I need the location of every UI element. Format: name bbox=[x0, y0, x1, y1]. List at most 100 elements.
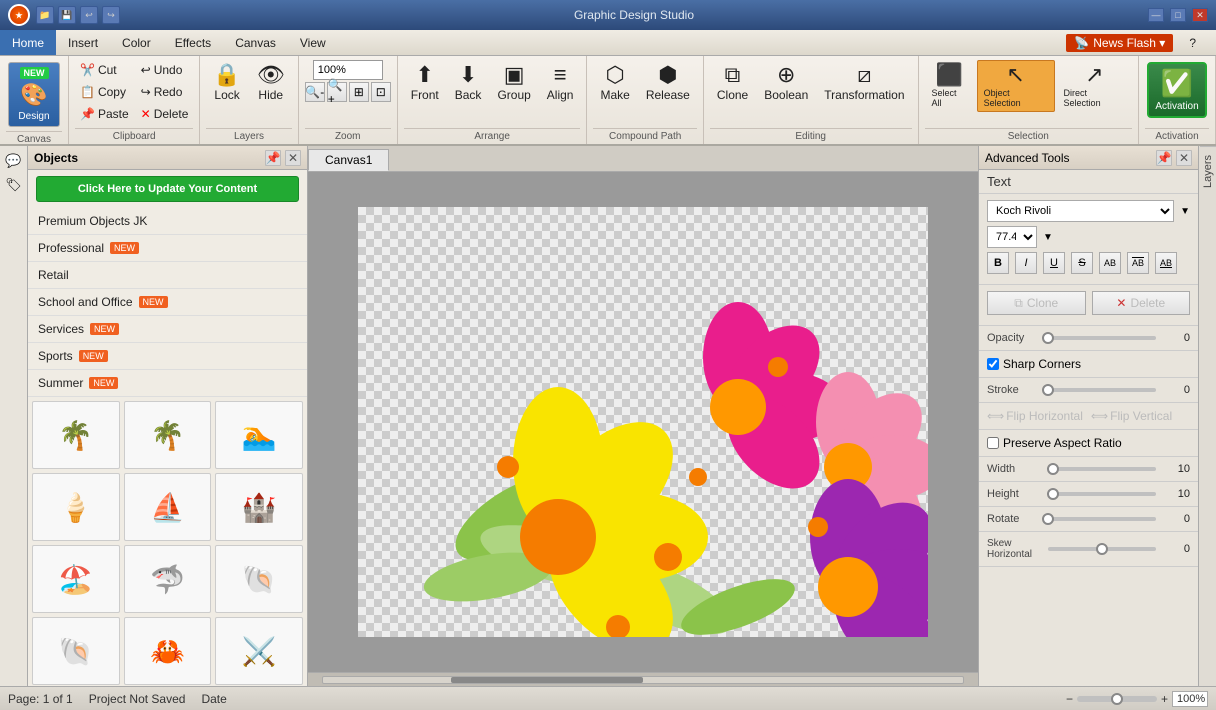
group-button[interactable]: ▣ Group bbox=[490, 60, 537, 106]
back-button[interactable]: ⬇ Back bbox=[448, 60, 489, 106]
zoom-fit-btn[interactable]: ⊞ bbox=[349, 82, 369, 102]
boolean-button[interactable]: ⊕ Boolean bbox=[757, 60, 815, 106]
object-selection-button[interactable]: ↖ Object Selection bbox=[977, 60, 1055, 112]
zoom-reset-btn[interactable]: ⊡ bbox=[371, 82, 391, 102]
category-retail[interactable]: Retail bbox=[28, 262, 307, 289]
canvas-tab-1[interactable]: Canvas1 bbox=[308, 149, 389, 171]
redo-button[interactable]: ↪ Redo bbox=[136, 82, 194, 102]
lock-button[interactable]: 🔒 Lock bbox=[206, 60, 247, 106]
tool-comment[interactable]: 💬 bbox=[3, 150, 25, 172]
menu-item-home[interactable]: Home bbox=[0, 30, 56, 55]
rotate-slider[interactable] bbox=[1048, 517, 1156, 521]
status-zoom-minus[interactable]: − bbox=[1066, 692, 1073, 706]
thumb-sword[interactable]: ⚔️ bbox=[215, 617, 303, 685]
stroke-slider[interactable] bbox=[1048, 388, 1156, 392]
canvas-scrollbar-horizontal[interactable] bbox=[308, 672, 978, 686]
minimize-button[interactable]: — bbox=[1148, 8, 1164, 22]
category-professional-label: Professional bbox=[38, 241, 104, 255]
menu-item-color[interactable]: Color bbox=[110, 30, 163, 55]
flip-h-btn[interactable]: ⟺ Flip Horizontal bbox=[987, 409, 1083, 423]
width-slider[interactable] bbox=[1048, 467, 1156, 471]
thumb-island[interactable]: 🌴 bbox=[32, 401, 120, 469]
tool-tag[interactable]: 🏷 bbox=[3, 174, 25, 196]
update-content-button[interactable]: Click Here to Update Your Content bbox=[36, 176, 299, 202]
hide-button[interactable]: 👁 Hide bbox=[250, 60, 292, 106]
zoom-input[interactable] bbox=[313, 60, 383, 80]
category-sports[interactable]: Sports NEW bbox=[28, 343, 307, 370]
category-summer[interactable]: Summer NEW bbox=[28, 370, 307, 397]
style-ab3-btn[interactable]: AB bbox=[1155, 252, 1177, 274]
help-btn[interactable]: ? bbox=[1177, 32, 1208, 54]
category-professional[interactable]: Professional NEW bbox=[28, 235, 307, 262]
strikethrough-btn[interactable]: S bbox=[1071, 252, 1093, 274]
paste-button[interactable]: 📌 Paste bbox=[75, 104, 134, 124]
clone-ribbon-button[interactable]: ⧉ Clone bbox=[710, 60, 755, 106]
flip-v-btn[interactable]: ⟺ Flip Vertical bbox=[1091, 409, 1172, 423]
front-button[interactable]: ⬆ Front bbox=[404, 60, 446, 106]
thumb-shell[interactable]: 🐚 bbox=[215, 545, 303, 613]
cut-button[interactable]: ✂️ Cut bbox=[75, 60, 134, 80]
maximize-button[interactable]: □ bbox=[1170, 8, 1186, 22]
news-flash-btn[interactable]: 📡 News Flash ▾ bbox=[1066, 34, 1173, 52]
undo-button[interactable]: ↩ Undo bbox=[136, 60, 194, 80]
adv-pin-btn[interactable]: 📌 bbox=[1156, 150, 1172, 166]
activation-button[interactable]: ✅ Activation bbox=[1147, 62, 1207, 118]
underline-btn[interactable]: U bbox=[1043, 252, 1065, 274]
skew-h-value: 0 bbox=[1162, 543, 1190, 555]
thumb-icecream[interactable]: 🍦 bbox=[32, 473, 120, 541]
zoom-slider[interactable] bbox=[1077, 696, 1157, 702]
category-school[interactable]: School and Office NEW bbox=[28, 289, 307, 316]
thumb-shark[interactable]: 🦈 bbox=[124, 545, 212, 613]
direct-selection-button[interactable]: ↗ Direct Selection bbox=[1057, 60, 1132, 112]
layers-tab[interactable]: Layers bbox=[1200, 146, 1216, 196]
thumb-sandcastle2[interactable]: 🏖️ bbox=[32, 545, 120, 613]
close-button[interactable]: ✕ bbox=[1192, 8, 1208, 22]
font-size-selector[interactable]: 77.4 bbox=[987, 226, 1037, 248]
design-button[interactable]: NEW 🎨 Design bbox=[8, 62, 60, 127]
adv-close-btn[interactable]: ✕ bbox=[1176, 150, 1192, 166]
transformation-button[interactable]: ⧄ Transformation bbox=[817, 60, 911, 106]
sharp-corners-checkbox[interactable] bbox=[987, 358, 999, 370]
menu-item-view[interactable]: View bbox=[288, 30, 338, 55]
skew-h-label: Skew Horizontal bbox=[987, 538, 1042, 560]
zoom-in-btn[interactable]: 🔍+ bbox=[327, 82, 347, 102]
make-button[interactable]: ⬡ Make bbox=[593, 60, 636, 106]
menu-item-effects[interactable]: Effects bbox=[163, 30, 223, 55]
align-button[interactable]: ≡ Align bbox=[540, 60, 581, 106]
zoom-out-btn[interactable]: 🔍- bbox=[305, 82, 325, 102]
bold-btn[interactable]: B bbox=[987, 252, 1009, 274]
objects-grid: 🌴 🌴 🏊 🍦 ⛵ 🏰 🏖️ 🦈 🐚 🐚 🦀 ⚔️ bbox=[28, 397, 307, 686]
thumb-sailboat[interactable]: ⛵ bbox=[124, 473, 212, 541]
menu-item-canvas[interactable]: Canvas bbox=[223, 30, 288, 55]
objects-close-btn[interactable]: ✕ bbox=[285, 150, 301, 166]
select-all-button[interactable]: ⬛ Select All bbox=[925, 60, 975, 112]
menu-item-insert[interactable]: Insert bbox=[56, 30, 110, 55]
skew-h-slider[interactable] bbox=[1048, 547, 1156, 551]
thumb-pool[interactable]: 🏊 bbox=[215, 401, 303, 469]
copy-button[interactable]: 📋 Copy bbox=[75, 82, 134, 102]
thumb-sandcastle[interactable]: 🏰 bbox=[215, 473, 303, 541]
tb-icon-undo[interactable]: ↩ bbox=[80, 6, 98, 24]
height-slider[interactable] bbox=[1048, 492, 1156, 496]
tb-icon-redo[interactable]: ↪ bbox=[102, 6, 120, 24]
style-ab2-btn[interactable]: AB bbox=[1127, 252, 1149, 274]
thumb-shell2[interactable]: 🐚 bbox=[32, 617, 120, 685]
release-button[interactable]: ⬢ Release bbox=[639, 60, 697, 106]
category-premium[interactable]: Premium Objects JK bbox=[28, 208, 307, 235]
delete-button[interactable]: ✕ Delete bbox=[136, 104, 194, 124]
pin-btn[interactable]: 📌 bbox=[265, 150, 281, 166]
aspect-ratio-checkbox[interactable] bbox=[987, 437, 999, 449]
category-services[interactable]: Services NEW bbox=[28, 316, 307, 343]
font-selector[interactable]: Koch Rivoli bbox=[987, 200, 1174, 222]
style-ab1-btn[interactable]: AB bbox=[1099, 252, 1121, 274]
canvas-viewport[interactable] bbox=[308, 172, 978, 672]
tb-icon-save[interactable]: 💾 bbox=[58, 6, 76, 24]
thumb-palm[interactable]: 🌴 bbox=[124, 401, 212, 469]
clone-action-btn[interactable]: ⧉ Clone bbox=[987, 291, 1086, 315]
opacity-slider[interactable] bbox=[1048, 336, 1156, 340]
delete-action-btn[interactable]: ✕ Delete bbox=[1092, 291, 1191, 315]
italic-btn[interactable]: I bbox=[1015, 252, 1037, 274]
tb-icon-open[interactable]: 📁 bbox=[36, 6, 54, 24]
status-zoom-plus[interactable]: + bbox=[1161, 692, 1168, 706]
thumb-crab[interactable]: 🦀 bbox=[124, 617, 212, 685]
